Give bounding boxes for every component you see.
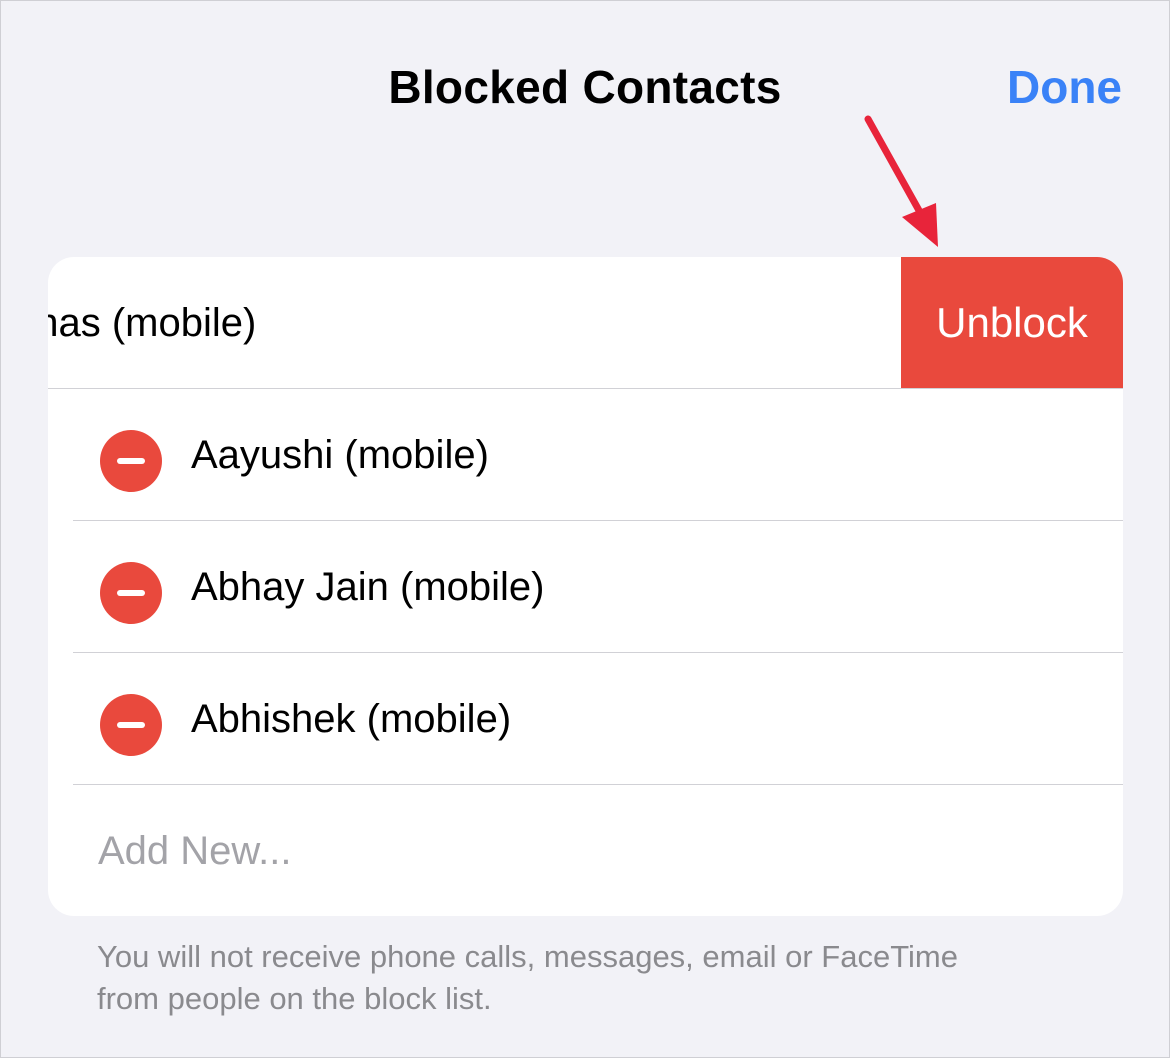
blocked-contacts-list: ohas (mobile) Unblock Aayushi (mobile) A… — [48, 257, 1123, 916]
remove-circle-icon[interactable] — [100, 562, 162, 624]
row-divider — [73, 784, 1123, 785]
contact-label: Abhay Jain (mobile) — [191, 565, 545, 609]
unblock-button[interactable]: Unblock — [901, 257, 1123, 388]
contact-row-abhishek[interactable]: Abhishek (mobile) — [48, 653, 1123, 785]
remove-circle-icon[interactable] — [100, 694, 162, 756]
swiped-contact-row[interactable]: ohas (mobile) Unblock — [48, 257, 1123, 389]
contact-row-abhay-jain[interactable]: Abhay Jain (mobile) — [48, 521, 1123, 653]
block-list-footer-note: You will not receive phone calls, messag… — [97, 939, 958, 1016]
done-button[interactable]: Done — [1007, 60, 1122, 114]
contact-label: Abhishek (mobile) — [191, 697, 512, 741]
contact-label: Aayushi (mobile) — [191, 433, 489, 477]
contact-label: ohas (mobile) — [48, 301, 257, 345]
remove-circle-icon[interactable] — [100, 430, 162, 492]
page-title: Blocked Contacts — [388, 61, 782, 113]
add-new-button[interactable]: Add New... — [98, 829, 291, 874]
contact-row-aayushi[interactable]: Aayushi (mobile) — [48, 389, 1123, 521]
annotation-arrow-icon — [864, 115, 938, 247]
